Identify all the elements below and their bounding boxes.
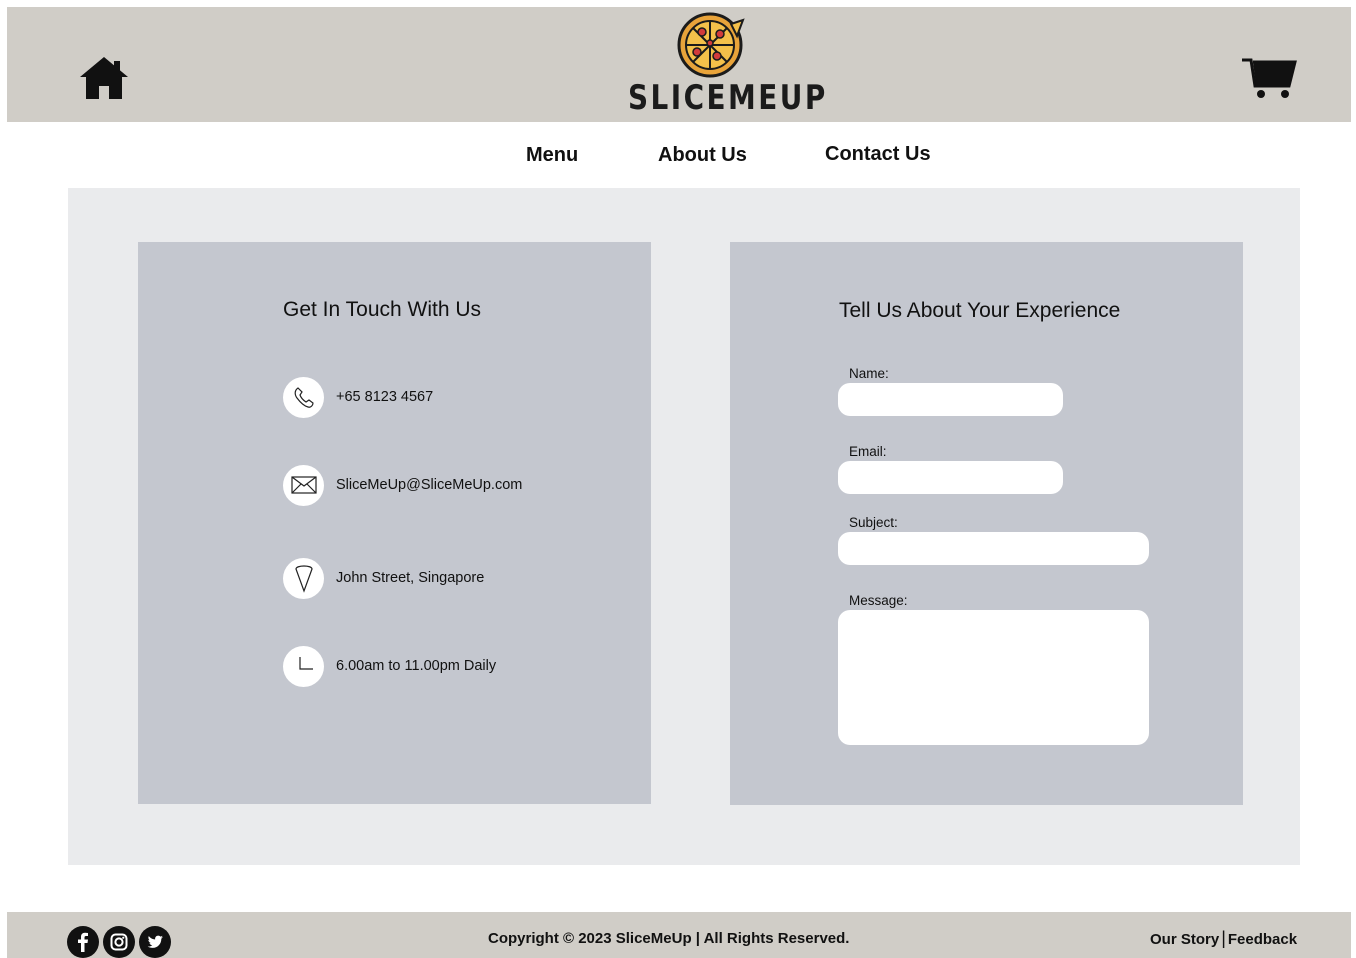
copyright-text: Copyright © 2023 SliceMeUp | All Rights … xyxy=(488,930,850,947)
pizza-logo-icon xyxy=(677,12,745,78)
mail-icon xyxy=(283,464,324,506)
email-label: Email: xyxy=(849,444,887,459)
email-address: SliceMeUp@SliceMeUp.com xyxy=(336,477,523,493)
message-label: Message: xyxy=(849,593,908,608)
feedback-link[interactable]: Feedback xyxy=(1228,931,1297,948)
location-pin-icon xyxy=(283,557,324,599)
subject-label: Subject: xyxy=(849,515,898,530)
contact-phone[interactable]: +65 8123 4567 xyxy=(283,376,433,418)
home-icon[interactable] xyxy=(78,55,130,101)
our-story-link[interactable]: Our Story xyxy=(1150,931,1219,948)
address: John Street, Singapore xyxy=(336,570,485,586)
contact-location[interactable]: John Street, Singapore xyxy=(283,557,484,599)
contact-info-panel xyxy=(138,242,651,804)
twitter-icon[interactable] xyxy=(139,926,171,958)
contact-info-title: Get In Touch With Us xyxy=(283,298,482,321)
footer-link-separator: | xyxy=(1221,928,1226,948)
nav-contact-us[interactable]: Contact Us xyxy=(825,143,931,166)
brand-logo[interactable]: SLICEMEUP xyxy=(610,10,828,120)
facebook-icon[interactable] xyxy=(67,926,99,958)
phone-number: +65 8123 4567 xyxy=(336,389,434,405)
phone-icon xyxy=(283,376,324,418)
opening-hours: 6.00am to 11.00pm Daily xyxy=(336,658,497,674)
contact-hours: 6.00am to 11.00pm Daily xyxy=(283,645,496,687)
nav-about-us[interactable]: About Us xyxy=(658,144,747,167)
name-label: Name: xyxy=(849,366,889,381)
instagram-icon[interactable] xyxy=(103,926,135,958)
contact-email[interactable]: SliceMeUp@SliceMeUp.com xyxy=(283,464,522,506)
message-field[interactable] xyxy=(838,610,1149,745)
cart-icon[interactable] xyxy=(1241,56,1297,100)
clock-icon xyxy=(283,645,324,687)
brand-name: SLICEMEUP xyxy=(628,78,828,118)
name-field[interactable] xyxy=(838,383,1063,416)
footer-links: Our Story | Feedback xyxy=(1150,928,1297,949)
subject-field[interactable] xyxy=(838,532,1149,565)
email-field[interactable] xyxy=(838,461,1063,494)
feedback-form-title: Tell Us About Your Experience xyxy=(839,299,1121,322)
nav-menu[interactable]: Menu xyxy=(526,144,578,167)
